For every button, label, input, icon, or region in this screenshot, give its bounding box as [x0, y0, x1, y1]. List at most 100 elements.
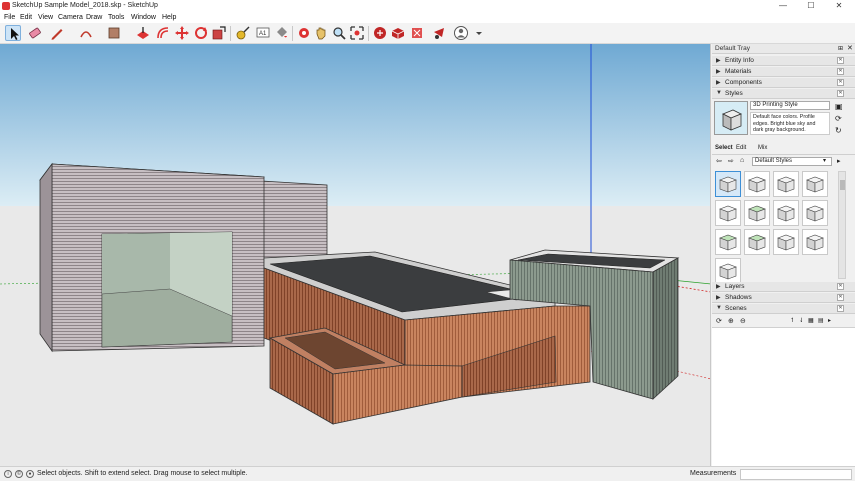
- text-tool-icon[interactable]: A1: [255, 25, 271, 41]
- scrollbar-thumb[interactable]: [840, 180, 845, 190]
- style-swatch[interactable]: [715, 258, 741, 284]
- geo-location-icon[interactable]: i: [4, 470, 12, 478]
- menu-help[interactable]: Help: [162, 14, 176, 21]
- panel-layers[interactable]: ▶ Layers ✕: [712, 282, 855, 292]
- pencil-tool-icon[interactable]: [49, 25, 65, 41]
- eraser-tool-icon[interactable]: [27, 25, 43, 41]
- style-swatch[interactable]: [715, 200, 741, 226]
- arc-tool-icon[interactable]: [78, 25, 94, 41]
- style-library-dropdown[interactable]: Default Styles ▾: [752, 157, 832, 166]
- tray-header: Default Tray ⊞ ✕: [712, 44, 855, 54]
- close-button[interactable]: ✕: [829, 0, 849, 12]
- rotate-tool-icon[interactable]: [193, 25, 209, 41]
- swatch-scrollbar[interactable]: [838, 171, 846, 279]
- tray-close-icon[interactable]: ✕: [847, 44, 853, 52]
- credits-icon[interactable]: ©: [15, 470, 23, 478]
- scale-tool-icon[interactable]: [211, 25, 227, 41]
- style-swatch-cube-icon: [806, 234, 824, 251]
- shape-tool-icon[interactable]: [106, 25, 122, 41]
- style-swatch[interactable]: [715, 171, 741, 197]
- style-swatch[interactable]: [802, 229, 828, 255]
- zoom-tool-icon[interactable]: [331, 25, 347, 41]
- details-arrow-icon[interactable]: ▸: [828, 317, 831, 324]
- expand-arrow-icon: ▶: [716, 69, 721, 75]
- style-swatch[interactable]: [773, 229, 799, 255]
- add-scene-icon[interactable]: ⊕: [728, 317, 734, 325]
- warehouse-tool-icon[interactable]: [372, 25, 388, 41]
- style-swatch[interactable]: [744, 200, 770, 226]
- tab-edit[interactable]: Edit: [736, 145, 746, 151]
- move-scene-up-icon[interactable]: ↿: [790, 317, 795, 324]
- extension-manager-icon[interactable]: [431, 25, 447, 41]
- home-icon[interactable]: ⌂: [740, 157, 744, 164]
- refresh-scenes-icon[interactable]: ⟳: [716, 317, 722, 325]
- extension-warehouse-icon[interactable]: [409, 25, 425, 41]
- create-style-icon[interactable]: ▣: [835, 102, 843, 111]
- svg-text:A1: A1: [259, 31, 267, 37]
- panel-scenes[interactable]: ▼ Scenes ✕: [712, 304, 855, 314]
- remove-scene-icon[interactable]: ⊖: [740, 317, 746, 325]
- zoom-extents-tool-icon[interactable]: [349, 25, 365, 41]
- panel-close-icon[interactable]: ✕: [837, 305, 844, 312]
- show-details-icon[interactable]: ▤: [818, 317, 824, 324]
- panel-close-icon[interactable]: ✕: [837, 57, 844, 64]
- maximize-button[interactable]: ☐: [801, 0, 821, 12]
- back-arrow-icon[interactable]: ⇦: [716, 157, 722, 165]
- scenes-list[interactable]: [712, 327, 855, 466]
- pan-tool-icon[interactable]: [313, 25, 329, 41]
- account-profile-icon[interactable]: [453, 25, 469, 41]
- panel-close-icon[interactable]: ✕: [837, 283, 844, 290]
- panel-close-icon[interactable]: ✕: [837, 294, 844, 301]
- measurements-input[interactable]: [740, 469, 852, 480]
- menu-window[interactable]: Window: [131, 14, 156, 21]
- panel-entity-info[interactable]: ▶ Entity Info ✕: [712, 56, 855, 66]
- style-name-field[interactable]: 3D Printing Style: [750, 101, 830, 110]
- move-scene-down-icon[interactable]: ⇃: [799, 317, 804, 324]
- style-swatch[interactable]: [744, 229, 770, 255]
- panel-close-icon[interactable]: ✕: [837, 68, 844, 75]
- modeling-viewport[interactable]: [0, 44, 711, 466]
- orbit-tool-icon[interactable]: [296, 25, 312, 41]
- forward-arrow-icon[interactable]: ⇨: [728, 157, 734, 165]
- 3d-scene[interactable]: [0, 44, 711, 466]
- view-options-icon[interactable]: ▦: [808, 317, 814, 324]
- account-dropdown-chevron-icon[interactable]: [471, 25, 482, 41]
- refresh-style-icon[interactable]: ↻: [835, 126, 842, 135]
- tab-mix[interactable]: Mix: [758, 145, 767, 151]
- details-arrow-icon[interactable]: ▸: [837, 157, 841, 165]
- style-swatch[interactable]: [715, 229, 741, 255]
- style-swatch[interactable]: [773, 200, 799, 226]
- style-swatch-cube-icon: [777, 176, 795, 193]
- move-tool-icon[interactable]: [174, 25, 190, 41]
- menu-camera[interactable]: Camera: [58, 14, 83, 21]
- paint-bucket-tool-icon[interactable]: [274, 25, 290, 41]
- menu-tools[interactable]: Tools: [108, 14, 124, 21]
- select-tool-icon[interactable]: [5, 25, 21, 41]
- style-swatch[interactable]: [802, 171, 828, 197]
- push-pull-tool-icon[interactable]: [135, 25, 151, 41]
- panel-components[interactable]: ▶ Components ✕: [712, 78, 855, 88]
- 3d-warehouse-models-icon[interactable]: [390, 25, 406, 41]
- style-swatch-cube-icon: [806, 176, 824, 193]
- user-account-icon[interactable]: ●: [26, 470, 34, 478]
- minimize-button[interactable]: —: [773, 0, 793, 12]
- tape-measure-tool-icon[interactable]: [235, 25, 251, 41]
- tab-select[interactable]: Select: [715, 145, 733, 151]
- panel-close-icon[interactable]: ✕: [837, 90, 844, 97]
- offset-tool-icon[interactable]: [155, 25, 171, 41]
- style-swatch[interactable]: [773, 171, 799, 197]
- panel-styles[interactable]: ▼ Styles ✕: [712, 89, 855, 99]
- pin-icon[interactable]: ⊞: [838, 45, 843, 52]
- menu-draw[interactable]: Draw: [86, 14, 102, 21]
- style-swatch[interactable]: [744, 171, 770, 197]
- menu-file[interactable]: File: [4, 14, 15, 21]
- update-style-icon[interactable]: ⟳: [835, 114, 842, 123]
- menu-view[interactable]: View: [38, 14, 53, 21]
- panel-shadows[interactable]: ▶ Shadows ✕: [712, 293, 855, 303]
- menu-edit[interactable]: Edit: [20, 14, 32, 21]
- panel-materials[interactable]: ▶ Materials ✕: [712, 67, 855, 77]
- style-swatch[interactable]: [802, 200, 828, 226]
- chevron-down-icon: ▾: [823, 158, 827, 164]
- style-description-field[interactable]: Default face colors. Profile edges. Brig…: [750, 112, 830, 135]
- panel-close-icon[interactable]: ✕: [837, 79, 844, 86]
